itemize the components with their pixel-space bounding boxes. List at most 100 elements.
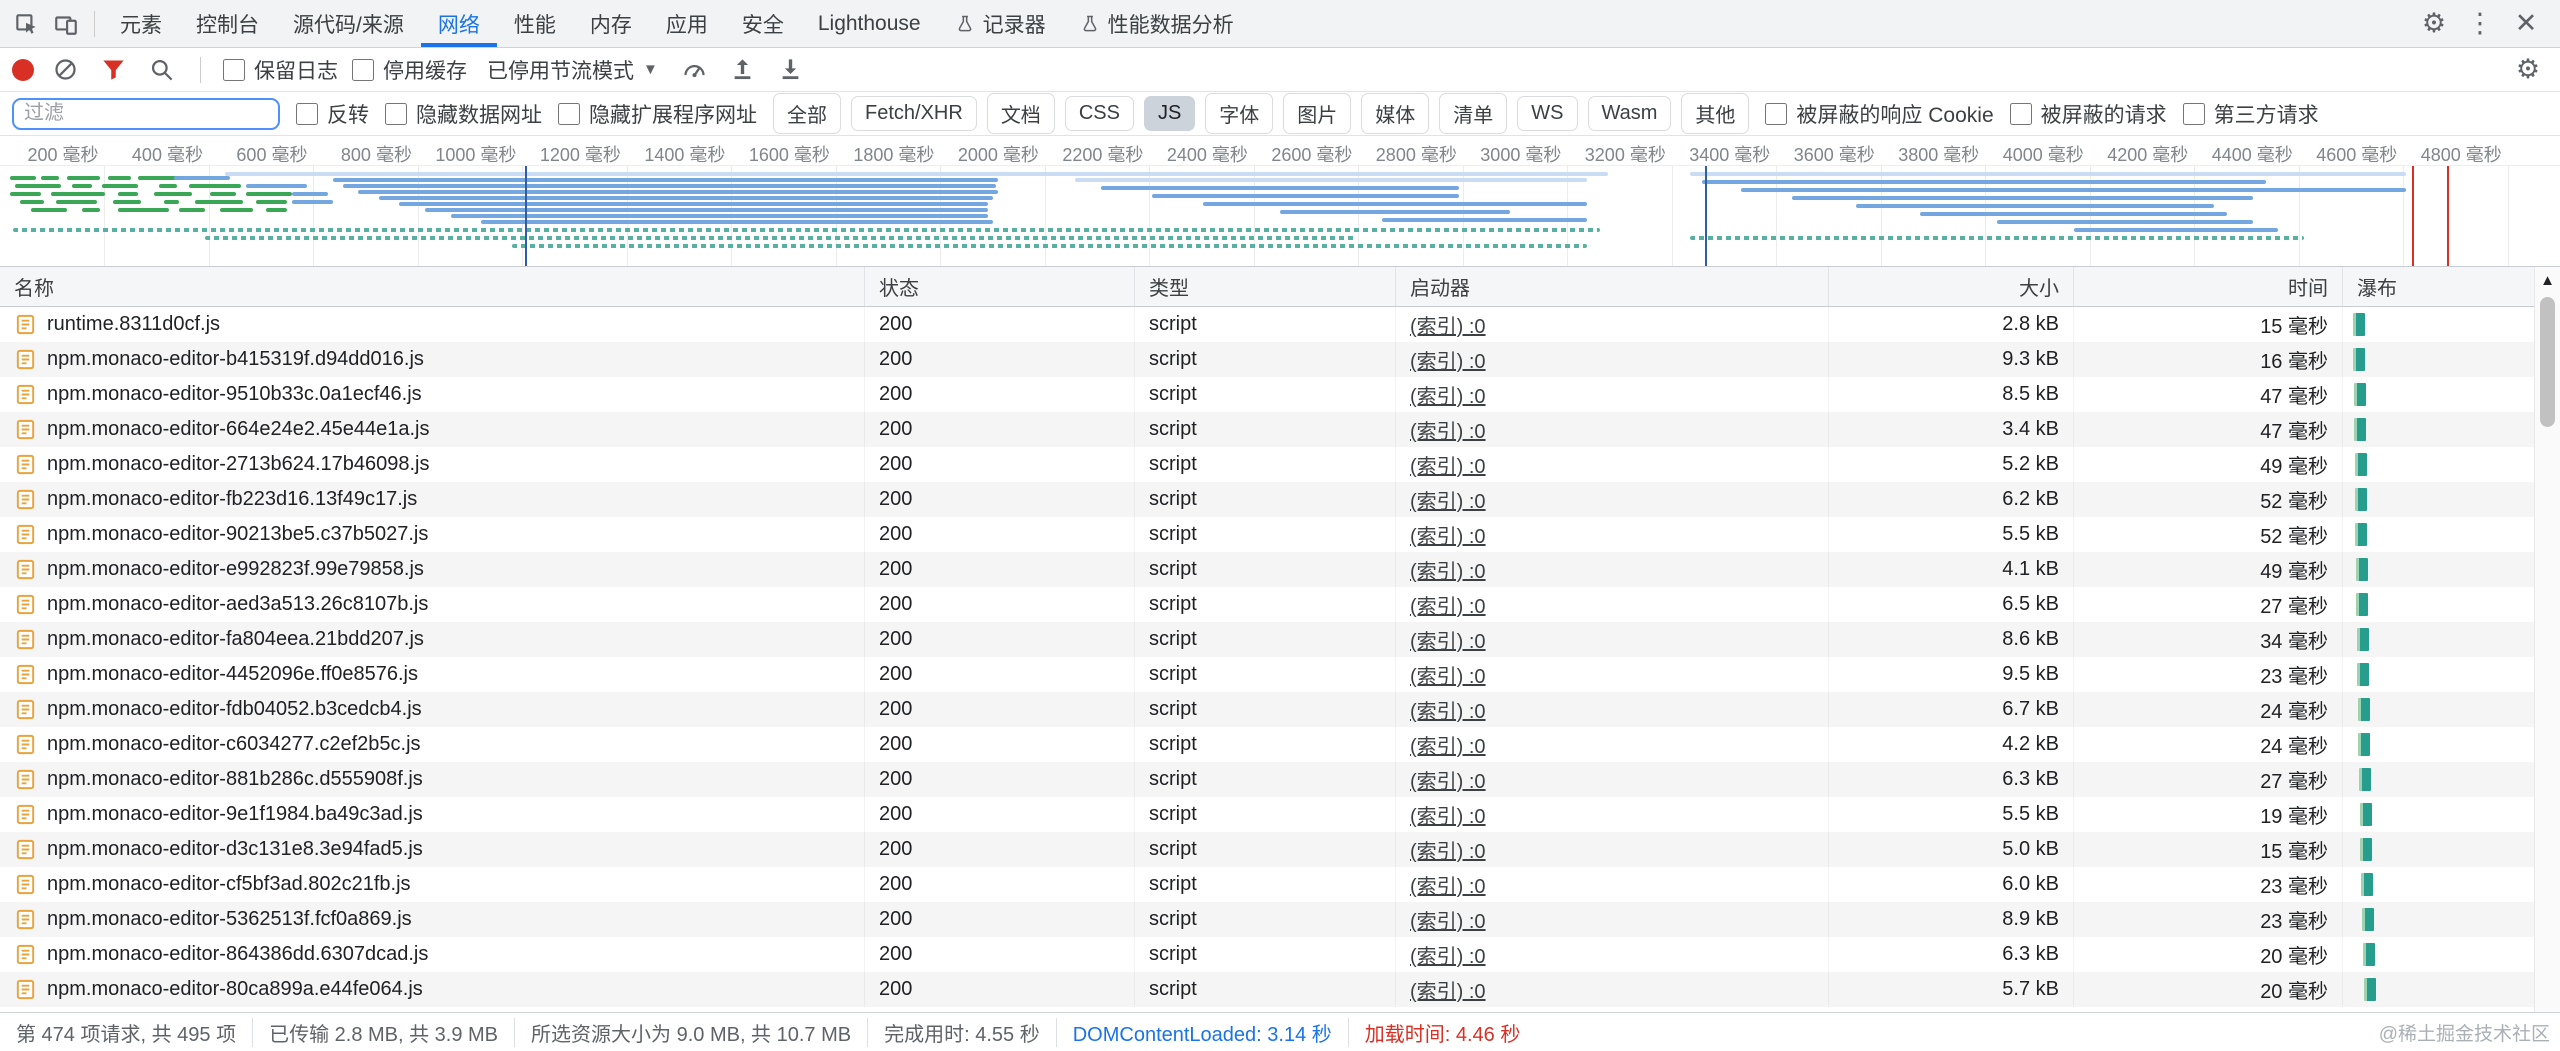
scrollbar-up-icon[interactable]: ▲	[2535, 267, 2560, 293]
initiator-link[interactable]: (索引) :0	[1410, 380, 1486, 409]
table-row[interactable]: npm.monaco-editor-fdb04052.b3cedcb4.js 20…	[0, 692, 2560, 727]
blocked-requests-checkbox[interactable]: 被屏蔽的请求	[2009, 99, 2167, 129]
device-toolbar-icon[interactable]	[46, 4, 86, 44]
tab-元素[interactable]: 元素	[103, 0, 179, 47]
initiator-link[interactable]: (索引) :0	[1410, 590, 1486, 619]
table-row[interactable]: npm.monaco-editor-4452096e.ff0e8576.js 20…	[0, 657, 2560, 692]
settings-gear-icon[interactable]: ⚙	[2414, 4, 2454, 44]
clear-icon[interactable]	[48, 53, 82, 87]
table-row[interactable]: npm.monaco-editor-864386dd.6307dcad.js 20…	[0, 937, 2560, 972]
tab-Lighthouse[interactable]: Lighthouse	[801, 0, 938, 47]
disable-cache-checkbox[interactable]: 停用缓存	[352, 55, 467, 85]
table-row[interactable]: npm.monaco-editor-e992823f.99e79858.js 20…	[0, 552, 2560, 587]
initiator-link[interactable]: (索引) :0	[1410, 905, 1486, 934]
tab-内存[interactable]: 内存	[573, 0, 649, 47]
scrollbar-thumb[interactable]	[2540, 297, 2555, 427]
initiator-link[interactable]: (索引) :0	[1410, 555, 1486, 584]
tab-记录器[interactable]: 记录器	[938, 0, 1063, 47]
filter-chip-媒体[interactable]: 媒体	[1361, 93, 1430, 134]
third-party-input[interactable]	[2182, 102, 2205, 125]
filter-chip-字体[interactable]: 字体	[1205, 93, 1274, 134]
initiator-link[interactable]: (索引) :0	[1410, 625, 1486, 654]
table-row[interactable]: npm.monaco-editor-90213be5.c37b5027.js 20…	[0, 517, 2560, 552]
tab-安全[interactable]: 安全	[725, 0, 801, 47]
inspect-element-icon[interactable]	[6, 4, 46, 44]
tab-控制台[interactable]: 控制台	[179, 0, 276, 47]
hide-extension-urls-checkbox[interactable]: 隐藏扩展程序网址	[558, 99, 757, 129]
column-header-initiator[interactable]: 启动器	[1396, 267, 1829, 306]
initiator-link[interactable]: (索引) :0	[1410, 345, 1486, 374]
initiator-link[interactable]: (索引) :0	[1410, 310, 1486, 339]
initiator-link[interactable]: (索引) :0	[1410, 870, 1486, 899]
invert-input[interactable]	[296, 102, 318, 125]
initiator-link[interactable]: (索引) :0	[1410, 520, 1486, 549]
hide-data-urls-input[interactable]	[385, 102, 407, 125]
blocked-cookies-checkbox[interactable]: 被屏蔽的响应 Cookie	[1765, 99, 1994, 129]
initiator-link[interactable]: (索引) :0	[1410, 940, 1486, 969]
invert-checkbox[interactable]: 反转	[296, 99, 369, 129]
filter-chip-图片[interactable]: 图片	[1283, 93, 1352, 134]
filter-chip-Wasm[interactable]: Wasm	[1587, 96, 1672, 131]
vertical-scrollbar[interactable]: ▲	[2534, 267, 2560, 1012]
blocked-cookies-input[interactable]	[1765, 102, 1788, 125]
column-header-waterfall[interactable]: 瀑布	[2343, 267, 2560, 306]
filter-input[interactable]	[12, 97, 280, 130]
initiator-link[interactable]: (索引) :0	[1410, 450, 1486, 479]
table-row[interactable]: npm.monaco-editor-d3c131e8.3e94fad5.js 20…	[0, 832, 2560, 867]
preserve-log-checkbox[interactable]: 保留日志	[223, 55, 338, 85]
import-har-icon[interactable]	[726, 53, 760, 87]
filter-chip-CSS[interactable]: CSS	[1064, 96, 1134, 131]
preserve-log-input[interactable]	[223, 58, 245, 81]
timeline-overview[interactable]: 200 毫秒 400 毫秒 600 毫秒 800 毫秒 1000 毫秒 1200 毫秒 14…	[0, 136, 2560, 267]
filter-chip-其他[interactable]: 其他	[1681, 93, 1750, 134]
initiator-link[interactable]: (索引) :0	[1410, 485, 1486, 514]
disable-cache-input[interactable]	[352, 58, 374, 81]
tab-源代码/来源[interactable]: 源代码/来源	[276, 0, 421, 47]
initiator-link[interactable]: (索引) :0	[1410, 695, 1486, 724]
filter-chip-Fetch/XHR[interactable]: Fetch/XHR	[851, 96, 977, 131]
table-row[interactable]: npm.monaco-editor-cf5bf3ad.802c21fb.js 20…	[0, 867, 2560, 902]
table-row[interactable]: npm.monaco-editor-5362513f.fcf0a869.js 20…	[0, 902, 2560, 937]
hide-data-urls-checkbox[interactable]: 隐藏数据网址	[385, 99, 542, 129]
blocked-requests-input[interactable]	[2009, 102, 2032, 125]
initiator-link[interactable]: (索引) :0	[1410, 765, 1486, 794]
table-row[interactable]: npm.monaco-editor-80ca899a.e44fe064.js 20…	[0, 972, 2560, 1007]
table-row[interactable]: npm.monaco-editor-2713b624.17b46098.js 20…	[0, 447, 2560, 482]
column-header-size[interactable]: 大小	[1829, 267, 2074, 306]
filter-chip-JS[interactable]: JS	[1143, 96, 1196, 131]
export-har-icon[interactable]	[774, 53, 808, 87]
throttling-select[interactable]: 已停用节流模式 ▼	[481, 51, 664, 89]
initiator-link[interactable]: (索引) :0	[1410, 835, 1486, 864]
column-header-status[interactable]: 状态	[865, 267, 1135, 306]
column-header-type[interactable]: 类型	[1135, 267, 1396, 306]
table-row[interactable]: npm.monaco-editor-881b286c.d555908f.js 20…	[0, 762, 2560, 797]
tab-性能数据分析[interactable]: 性能数据分析	[1063, 0, 1251, 47]
table-row[interactable]: npm.monaco-editor-9e1f1984.ba49c3ad.js 20…	[0, 797, 2560, 832]
tab-网络[interactable]: 网络	[421, 0, 497, 47]
filter-icon[interactable]	[96, 53, 130, 87]
third-party-checkbox[interactable]: 第三方请求	[2182, 99, 2319, 129]
network-settings-gear-icon[interactable]: ⚙	[2508, 50, 2548, 90]
hide-extension-urls-input[interactable]	[558, 102, 580, 125]
table-row[interactable]: npm.monaco-editor-c6034277.c2ef2b5c.js 20…	[0, 727, 2560, 762]
record-button[interactable]	[12, 58, 34, 81]
table-row[interactable]: npm.monaco-editor-aed3a513.26c8107b.js 20…	[0, 587, 2560, 622]
initiator-link[interactable]: (索引) :0	[1410, 660, 1486, 689]
close-icon[interactable]: ✕	[2506, 4, 2546, 44]
initiator-link[interactable]: (索引) :0	[1410, 730, 1486, 759]
more-menu-icon[interactable]: ⋮	[2460, 4, 2500, 44]
filter-chip-全部[interactable]: 全部	[773, 93, 841, 134]
initiator-link[interactable]: (索引) :0	[1410, 415, 1486, 444]
filter-chip-WS[interactable]: WS	[1517, 96, 1578, 131]
filter-chip-文档[interactable]: 文档	[986, 93, 1055, 134]
table-row[interactable]: npm.monaco-editor-fa804eea.21bdd207.js 20…	[0, 622, 2560, 657]
tab-性能[interactable]: 性能	[497, 0, 573, 47]
filter-chip-清单[interactable]: 清单	[1439, 93, 1508, 134]
table-row[interactable]: npm.monaco-editor-b415319f.d94dd016.js 20…	[0, 342, 2560, 377]
search-icon[interactable]	[144, 53, 178, 87]
table-row[interactable]: npm.monaco-editor-9510b33c.0a1ecf46.js 20…	[0, 377, 2560, 412]
column-header-name[interactable]: 名称	[0, 267, 865, 306]
tab-应用[interactable]: 应用	[649, 0, 725, 47]
initiator-link[interactable]: (索引) :0	[1410, 800, 1486, 829]
initiator-link[interactable]: (索引) :0	[1410, 975, 1486, 1004]
